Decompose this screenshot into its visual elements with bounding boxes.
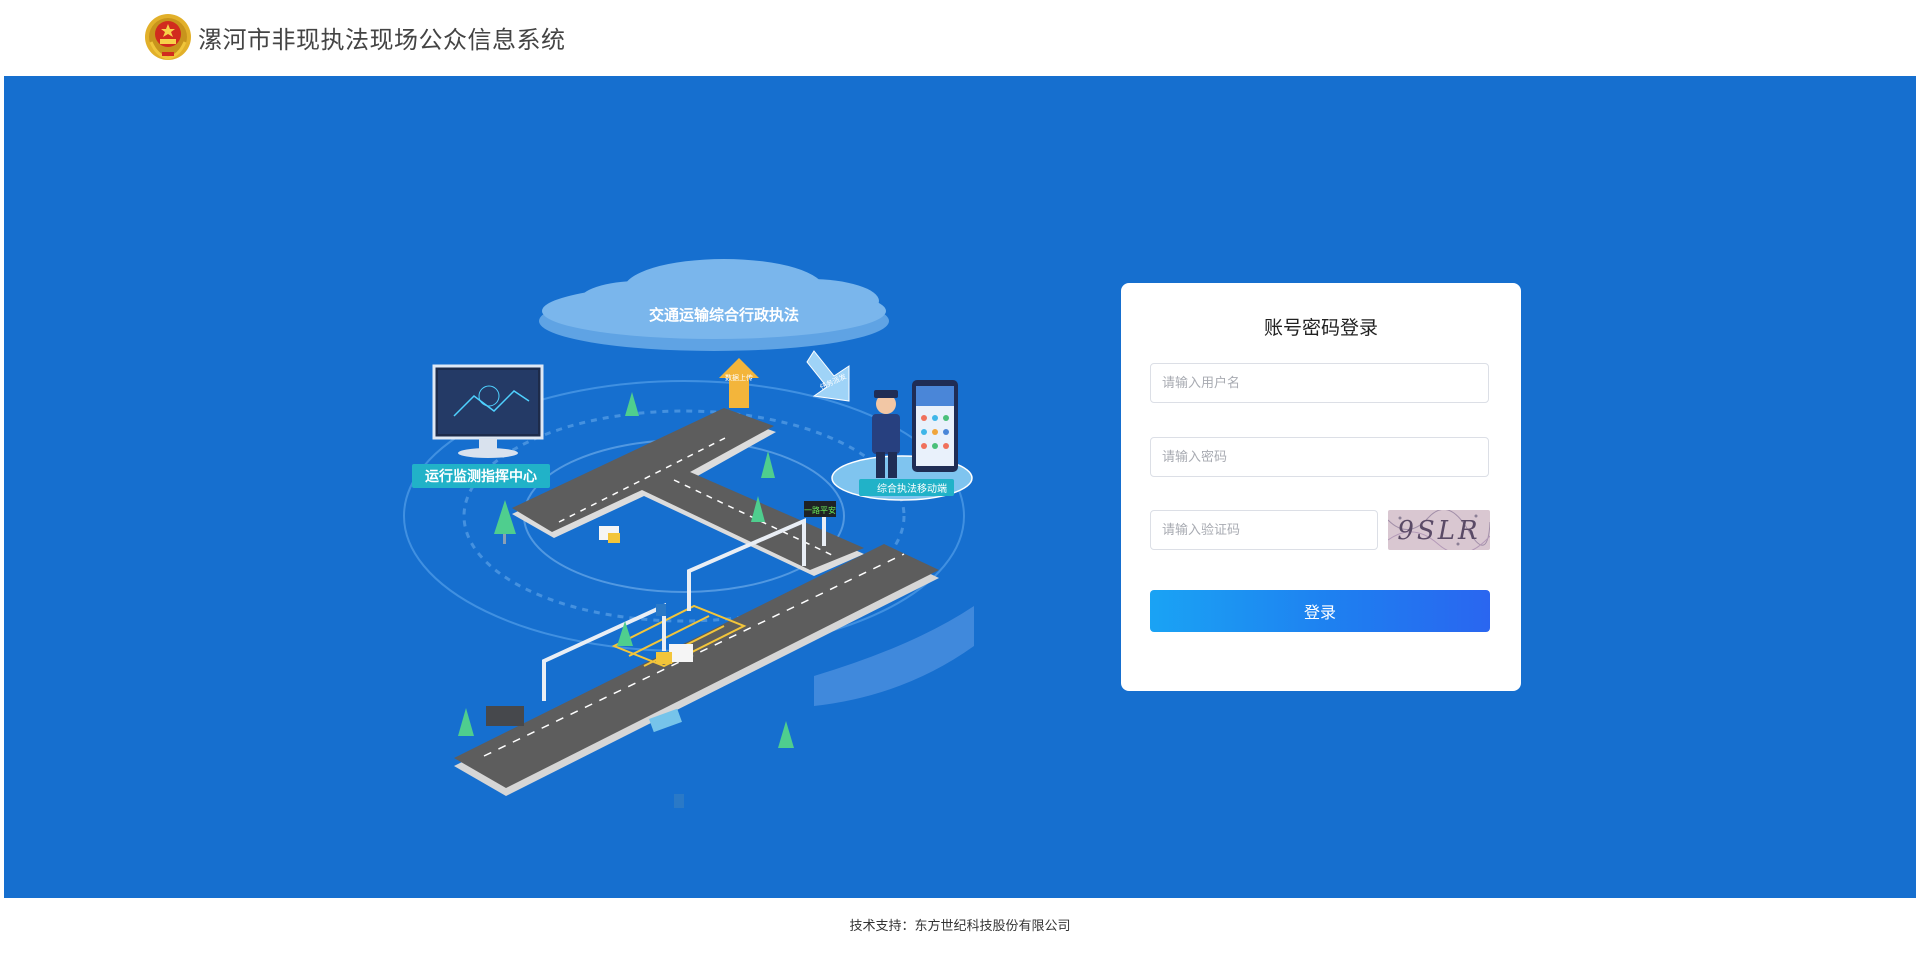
footer: 技术支持：东方世纪科技股份有限公司	[4, 898, 1916, 956]
national-emblem-icon	[145, 14, 191, 60]
username-input[interactable]	[1150, 363, 1489, 403]
captcha-image[interactable]: 9SLR	[1388, 510, 1490, 550]
mobile-label: 综合执法移动端	[877, 482, 947, 495]
upload-label: 数据上传	[725, 373, 753, 382]
hero-banner: 交通运输综合行政执法 数据上传 任务派发 运行监测指挥中心 综合执法移动端 一路…	[4, 76, 1916, 898]
login-title: 账号密码登录	[1263, 317, 1378, 339]
road-sign-text: 一路平安	[804, 505, 836, 515]
system-title: 漯河市非现执法现场公众信息系统	[198, 26, 566, 54]
cloud-icon	[539, 259, 889, 351]
top-header: 漯河市非现执法现场公众信息系统	[4, 0, 1916, 76]
login-card: 账号密码登录 9SLR 登录	[1121, 283, 1521, 691]
cloud-label: 交通运输综合行政执法	[649, 306, 799, 324]
footer-credit: 技术支持：东方世纪科技股份有限公司	[849, 919, 1071, 934]
phone-icon	[912, 380, 958, 472]
traffic-enforcement-illustration: 交通运输综合行政执法 数据上传 任务派发 运行监测指挥中心 综合执法移动端 一路…	[403, 259, 974, 808]
password-input[interactable]	[1150, 437, 1489, 477]
captcha-text: 9SLR	[1397, 516, 1480, 546]
monitor-label: 运行监测指挥中心	[425, 468, 537, 485]
captcha-input[interactable]	[1150, 510, 1378, 550]
page-frame: 漯河市非现执法现场公众信息系统 交通运输综合行政执法 数据上传 任务派发 运行监…	[4, 0, 1916, 956]
login-button[interactable]: 登录	[1150, 590, 1490, 632]
